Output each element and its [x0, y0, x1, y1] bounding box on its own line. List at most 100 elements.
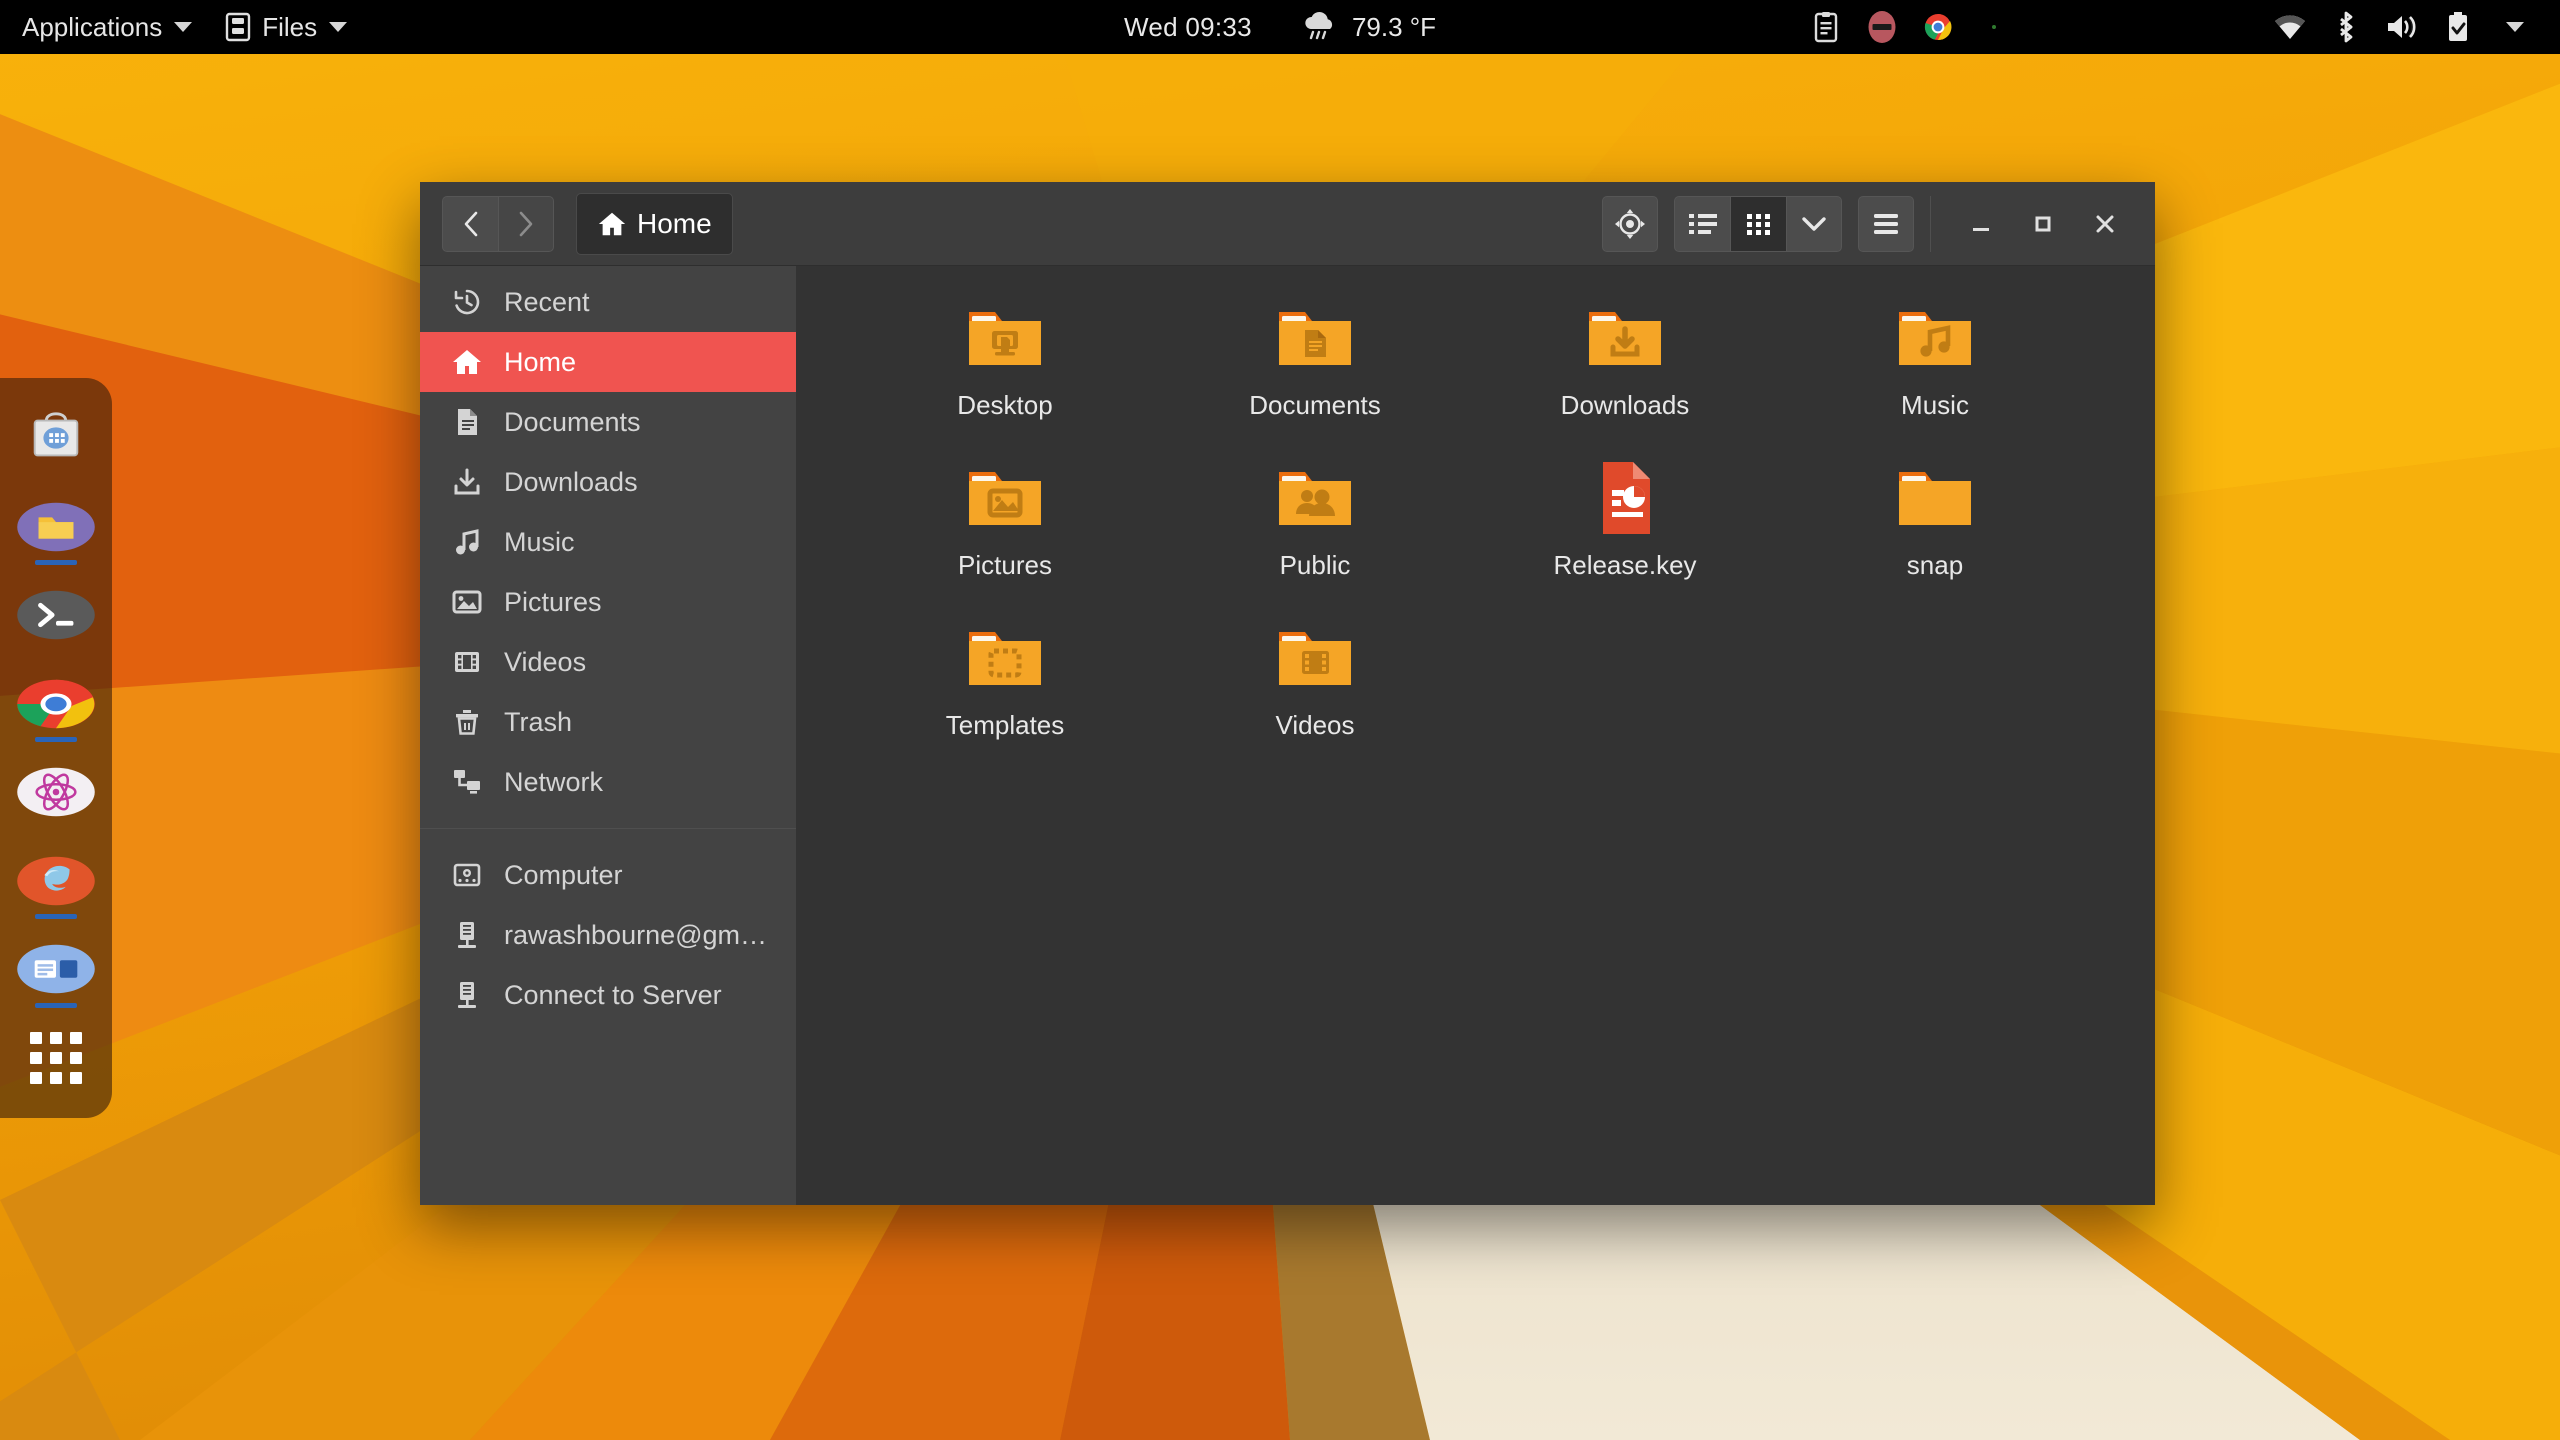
show-applications-button[interactable]	[9, 1014, 103, 1103]
back-button[interactable]	[442, 195, 498, 252]
sidebar-item-trash[interactable]: Trash	[420, 692, 796, 752]
desktop: Home Recent Home Documents Downloads Mus…	[0, 0, 2560, 1440]
small-green-dot-icon[interactable]	[1966, 0, 2022, 54]
sidebar-item-downloads[interactable]: Downloads	[420, 452, 796, 512]
bluetooth-icon[interactable]	[2318, 0, 2374, 54]
running-indicator	[35, 914, 77, 919]
file-item[interactable]: Documents	[1160, 292, 1470, 434]
chevron-down-icon	[1802, 216, 1826, 231]
sidebar-item-label: Network	[504, 766, 604, 797]
file-label: snap	[1906, 550, 1964, 580]
close-button[interactable]	[2077, 196, 2133, 252]
chrome-indicator-icon[interactable]	[1910, 0, 1966, 54]
sidebar-item-music[interactable]: Music	[420, 512, 796, 572]
file-item[interactable]: Music	[1780, 292, 2090, 434]
rain-cloud-icon	[1305, 11, 1332, 40]
sidebar-item-label: Trash	[504, 706, 573, 737]
dock-item-help-viewer[interactable]	[9, 925, 103, 1014]
main-menu-button[interactable]	[1858, 195, 1914, 252]
sidebar-item-computer[interactable]: Computer	[420, 845, 796, 905]
sidebar-item-label: Computer	[504, 859, 623, 890]
sidebar-item-videos[interactable]: Videos	[420, 632, 796, 692]
file-label: Pictures	[958, 550, 1052, 580]
trash-icon	[450, 705, 484, 739]
file-item[interactable]: Videos	[1160, 612, 1470, 754]
forward-button[interactable]	[498, 195, 554, 252]
film-icon	[450, 645, 484, 679]
music-note-icon	[450, 525, 484, 559]
sidebar-item-network[interactable]: Network	[420, 752, 796, 812]
path-bar-label: Home	[637, 207, 712, 239]
file-manager-icon	[17, 502, 95, 551]
navigation-buttons	[442, 195, 554, 252]
list-view-button[interactable]	[1674, 195, 1730, 252]
volume-icon[interactable]	[2374, 0, 2430, 54]
folder-desktop-icon	[959, 292, 1051, 384]
dock-item-terminal[interactable]	[9, 571, 103, 660]
dock-item-atom-editor[interactable]	[9, 748, 103, 837]
sidebar-item-connect-to-server[interactable]: Connect to Server	[420, 965, 796, 1025]
terminal-icon	[17, 591, 95, 640]
icon-grid: Desktop Documents Downloads Music Pictur…	[796, 292, 2155, 754]
file-manager-icon	[226, 12, 251, 42]
sidebar-separator	[420, 828, 796, 829]
dock-item-firefox[interactable]	[9, 837, 103, 926]
folder-videos-icon	[1269, 612, 1361, 704]
file-item[interactable]: Release.key	[1470, 452, 1780, 594]
running-indicator	[35, 1002, 77, 1008]
folder-pictures-icon	[959, 452, 1051, 544]
dock-item-file-manager[interactable]	[9, 483, 103, 572]
sidebar-item-recent[interactable]: Recent	[420, 272, 796, 332]
folder-snap-icon	[1889, 452, 1981, 544]
server-icon	[450, 978, 484, 1012]
file-item[interactable]: Public	[1160, 452, 1470, 594]
home-icon	[598, 212, 626, 235]
sidebar-item-label: Home	[504, 346, 577, 377]
maximize-icon	[2035, 216, 2051, 231]
sidebar-item-documents[interactable]: Documents	[420, 392, 796, 452]
firefox-icon	[17, 856, 95, 905]
atom-editor-icon	[17, 768, 95, 817]
file-item[interactable]: Downloads	[1470, 292, 1780, 434]
folder-downloads-icon	[1579, 292, 1671, 384]
file-item[interactable]: Templates	[850, 612, 1160, 754]
files-app-menu-button[interactable]: Files	[208, 0, 363, 54]
clipboard-indicator-icon[interactable]	[1798, 0, 1854, 54]
location-button[interactable]	[1602, 195, 1658, 252]
clock[interactable]: Wed 09:33	[1124, 12, 1252, 43]
hamburger-menu-icon	[1874, 213, 1898, 234]
file-item[interactable]: Desktop	[850, 292, 1160, 434]
application-dock[interactable]	[0, 378, 112, 1118]
weather-indicator[interactable]: 79.3 °F	[1300, 11, 1436, 43]
dock-item-chrome[interactable]	[9, 660, 103, 749]
server-icon	[450, 918, 484, 952]
chevron-down-icon	[174, 22, 193, 32]
system-menu-caret-icon[interactable]	[2486, 0, 2542, 54]
places-sidebar: Recent Home Documents Downloads Music Pi…	[420, 266, 796, 1205]
grid-view-button[interactable]	[1730, 195, 1786, 252]
file-item[interactable]: Pictures	[850, 452, 1160, 594]
file-view[interactable]: Desktop Documents Downloads Music Pictur…	[796, 266, 2155, 1205]
do-not-disturb-icon[interactable]	[1854, 0, 1910, 54]
sidebar-item-label: Pictures	[504, 586, 602, 617]
sidebar-item-rawashbourne[interactable]: rawashbourne@gm…	[420, 905, 796, 965]
home-icon	[450, 345, 484, 379]
path-bar-home-button[interactable]: Home	[576, 192, 733, 255]
minimize-button[interactable]	[1953, 196, 2009, 252]
battery-icon[interactable]	[2430, 0, 2486, 54]
applications-menu-button[interactable]: Applications	[0, 0, 208, 54]
file-item[interactable]: snap	[1780, 452, 2090, 594]
file-label: Videos	[1275, 710, 1355, 740]
wifi-icon[interactable]	[2262, 0, 2318, 54]
files-app-menu-label: Files	[262, 11, 318, 42]
dock-item-software-center[interactable]	[9, 394, 103, 483]
sidebar-item-pictures[interactable]: Pictures	[420, 572, 796, 632]
system-tray	[1798, 0, 2560, 54]
minimize-icon	[1973, 227, 1989, 231]
view-options-button[interactable]	[1786, 195, 1842, 252]
sidebar-item-home[interactable]: Home	[420, 332, 796, 392]
maximize-button[interactable]	[2015, 196, 2071, 252]
file-label: Downloads	[1560, 390, 1690, 420]
chevron-down-icon	[2506, 22, 2524, 32]
running-indicator	[35, 560, 77, 565]
